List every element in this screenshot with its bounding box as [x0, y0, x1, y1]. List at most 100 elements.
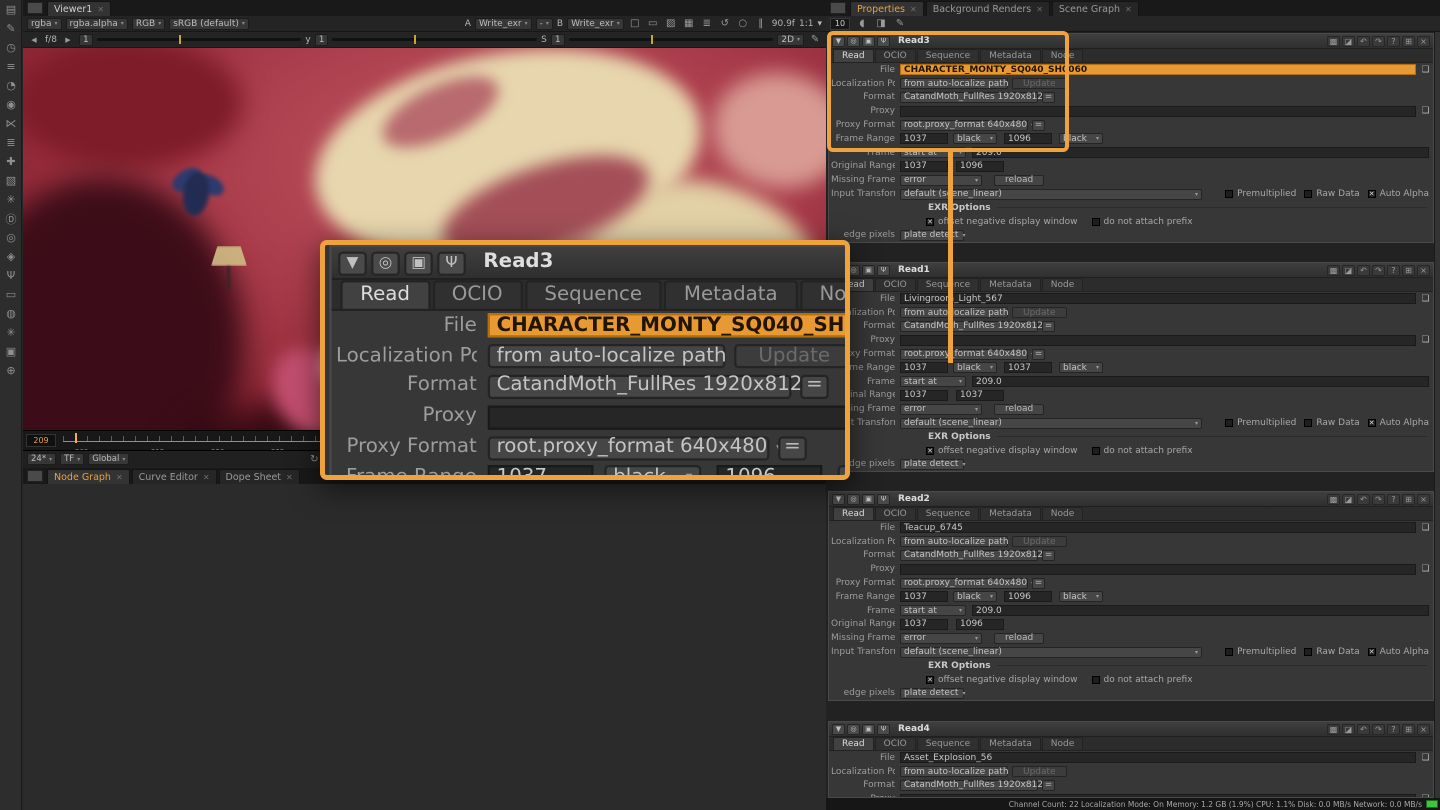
undo-icon[interactable]: ↶ — [1357, 36, 1370, 47]
alpha-layer-dropdown[interactable]: rgba.alpha▾ — [66, 18, 128, 30]
tab-node-graph[interactable]: Node Graph✕ — [47, 469, 130, 484]
undo-icon[interactable]: ↶ — [1357, 494, 1370, 505]
display-channels-dropdown[interactable]: RGB▾ — [132, 18, 165, 30]
format-dropdown[interactable]: CatandMoth_FullRes 1920x812▾ — [900, 780, 1038, 791]
other-icon[interactable]: ▭ — [0, 285, 22, 304]
panel-tab-sequence[interactable]: Sequence — [917, 507, 979, 520]
reload-button[interactable]: reload — [994, 175, 1044, 186]
checkbox[interactable] — [1304, 190, 1312, 198]
float-icon[interactable]: ⊞ — [1402, 36, 1415, 47]
gamma-value-field[interactable]: 1 — [315, 34, 329, 46]
original-range-start[interactable]: 1037 — [900, 390, 948, 401]
localization-policy-dropdown[interactable]: from auto-localize path▾ — [900, 536, 1008, 547]
missing-frames-dropdown[interactable]: error▾ — [900, 175, 982, 186]
undo-icon[interactable]: ↶ — [1357, 724, 1370, 735]
file-field[interactable]: Livingroom_Light_567 — [900, 293, 1416, 304]
file-browser-icon[interactable]: ❏ — [1420, 522, 1431, 533]
panel-tab-metadata[interactable]: Metadata — [980, 49, 1041, 62]
edit-icon[interactable]: ◪ — [1342, 724, 1355, 735]
deep-icon[interactable]: Ⓓ — [0, 209, 22, 228]
format-eq-button[interactable]: = — [1042, 780, 1055, 791]
frame-range-end-mode[interactable]: black▾ — [1059, 362, 1103, 373]
panel-tab-ocio[interactable]: OCIO — [875, 737, 916, 750]
screen-icon[interactable]: ▣ — [862, 724, 875, 735]
viewer-toolbar-icon-7[interactable]: ‖ — [754, 18, 768, 29]
tab-viewer1[interactable]: Viewer1 ✕ — [47, 1, 111, 16]
viewer-toolbar-icon-2[interactable]: ▨ — [664, 18, 678, 29]
fps-dropdown[interactable]: 24*▾ — [27, 453, 56, 465]
filter-icon[interactable]: ◉ — [0, 95, 22, 114]
original-range-start[interactable]: 1037 — [900, 619, 948, 630]
screen-icon[interactable]: ▣ — [862, 265, 875, 276]
archive-icon[interactable]: ▣ — [0, 342, 22, 361]
close-icon[interactable]: × — [1417, 494, 1430, 505]
transform-icon[interactable]: ✚ — [0, 152, 22, 171]
reload-button[interactable]: reload — [994, 404, 1044, 415]
proxy-format-dropdown[interactable]: root.proxy_format 640x480▾ — [488, 435, 770, 459]
panel-tab-read[interactable]: Read — [833, 49, 874, 62]
view-mode-dropdown[interactable]: 2D▾ — [777, 34, 804, 46]
redo-icon[interactable]: ↷ — [1372, 494, 1385, 505]
no-prefix-checkbox[interactable]: do not attach prefix — [1092, 217, 1193, 227]
edge-pixels-dropdown[interactable]: plate detect▾ — [900, 230, 964, 241]
collapse-icon[interactable]: ▼ — [338, 251, 367, 275]
localization-policy-dropdown[interactable]: from auto-localize path▾ — [900, 766, 1008, 777]
close-icon[interactable]: × — [1417, 265, 1430, 276]
tab-curve-editor[interactable]: Curve Editor✕ — [132, 469, 217, 484]
saturation-value-field[interactable]: 1 — [551, 34, 565, 46]
frame-range-dropdown[interactable]: Global▾ — [88, 453, 129, 465]
file-field[interactable]: CHARACTER_MONTY_SQ040_SH0060 — [900, 64, 1416, 75]
color-swatch-icon[interactable]: ▩ — [1327, 494, 1340, 505]
input-b-dropdown[interactable]: Write_exr▾ — [567, 18, 624, 30]
manage-knobs-icon[interactable]: Ψ — [877, 265, 890, 276]
auto-alpha-checkbox[interactable]: ✕Auto Alpha — [1368, 189, 1429, 199]
frame-range-start[interactable]: 1037 — [488, 466, 594, 480]
metadata-icon[interactable]: ◈ — [0, 247, 22, 266]
screen-icon[interactable]: ▣ — [862, 494, 875, 505]
render-icon[interactable]: ✳ — [0, 323, 22, 342]
roi-pencil-icon[interactable]: ✎ — [808, 34, 822, 45]
original-range-end[interactable]: 1096 — [956, 161, 1004, 172]
float-icon[interactable]: ⊞ — [1402, 265, 1415, 276]
prev-increment-icon[interactable]: ◀ — [27, 36, 41, 44]
close-icon[interactable]: ✕ — [1125, 5, 1132, 14]
gain-value-field[interactable]: 1 — [79, 34, 93, 46]
panel-tab-metadata[interactable]: Metadata — [980, 507, 1041, 520]
next-increment-icon[interactable]: ▶ — [61, 36, 75, 44]
proxy-format-dropdown[interactable]: root.proxy_format 640x480▾ — [900, 120, 1028, 131]
manage-knobs-icon[interactable]: Ψ — [877, 724, 890, 735]
tab-properties[interactable]: Properties✕ — [850, 1, 924, 16]
reload-button[interactable]: reload — [994, 633, 1044, 644]
proxy-field[interactable] — [900, 335, 1416, 346]
script-icon[interactable]: ◍ — [0, 304, 22, 323]
channels-dropdown[interactable]: rgba▾ — [27, 18, 62, 30]
checkbox[interactable] — [1092, 447, 1100, 455]
toolsets-icon[interactable]: Ψ — [0, 266, 22, 285]
panel-tab-read[interactable]: Read — [833, 507, 874, 520]
auto-alpha-checkbox[interactable]: ✕Auto Alpha — [1368, 418, 1429, 428]
checkbox[interactable] — [1304, 648, 1312, 656]
close-icon[interactable]: ✕ — [286, 473, 293, 482]
pane-menu-icon[interactable] — [830, 2, 846, 14]
close-icon[interactable]: ✕ — [97, 5, 104, 14]
pane-menu-icon[interactable] — [27, 470, 43, 482]
undo-icon[interactable]: ↶ — [1357, 265, 1370, 276]
update-button[interactable]: Update — [734, 344, 850, 368]
no-prefix-checkbox[interactable]: do not attach prefix — [1092, 675, 1193, 685]
close-icon[interactable]: ✕ — [910, 5, 917, 14]
proxy-format-eq-button[interactable]: = — [1032, 120, 1045, 131]
viewer-lut-dropdown[interactable]: sRGB (default)▾ — [169, 18, 249, 30]
frame-range-end-mode[interactable]: black▾ — [1059, 591, 1103, 602]
gamma-slider[interactable] — [332, 38, 537, 41]
panel-tab-node[interactable]: Node — [800, 280, 850, 309]
proxy-format-eq-button[interactable]: = — [778, 435, 807, 459]
checkbox[interactable] — [1225, 419, 1233, 427]
color-swatch-icon[interactable]: ▩ — [1327, 36, 1340, 47]
node-graph-canvas[interactable]: 2DFX_06sparks-bk2DFX_05sparks2DFX_03smok… — [23, 484, 826, 810]
close-icon[interactable]: ✕ — [1036, 5, 1043, 14]
settings-icon[interactable]: ⊕ — [0, 361, 22, 380]
raw-data-checkbox[interactable]: Raw Data — [1304, 418, 1359, 428]
help-icon[interactable]: ? — [1387, 724, 1400, 735]
format-eq-button[interactable]: = — [1042, 550, 1055, 561]
premultiplied-checkbox[interactable]: Premultiplied — [1225, 647, 1296, 657]
